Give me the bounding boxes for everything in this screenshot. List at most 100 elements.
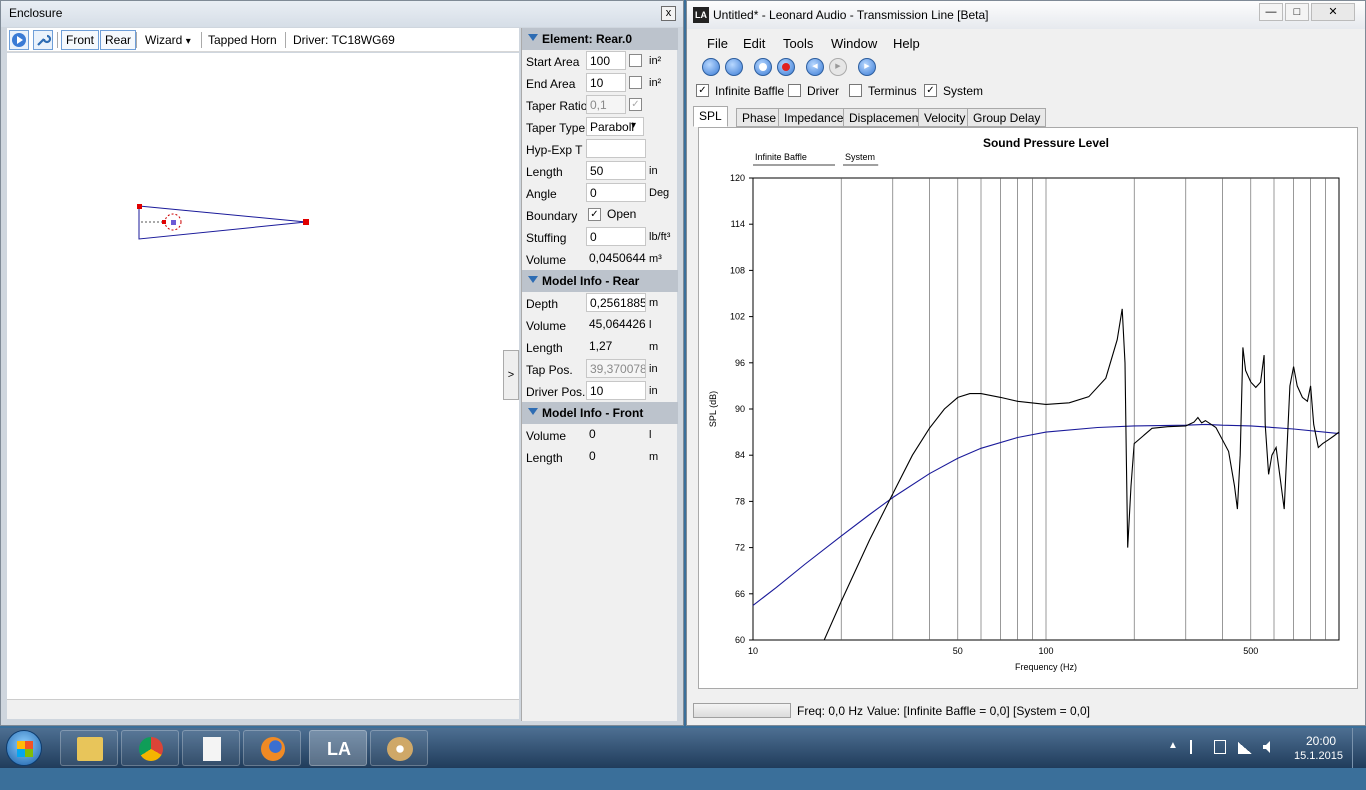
chart-title: Sound Pressure Level [983,136,1109,150]
collapse-triangle-icon[interactable] [528,34,538,41]
legend-entry[interactable]: Infinite Baffle [755,152,807,162]
flag-icon[interactable] [1190,740,1202,754]
prop-value-boundary[interactable]: Open [604,205,654,224]
settings-button[interactable] [33,30,53,50]
collapse-triangle-icon[interactable] [528,276,538,283]
prop-row-taper-type: Taper Type Paraboli ▾ [522,116,678,138]
show-desktop-button[interactable] [1352,728,1366,768]
enclosure-titlebar[interactable]: Enclosure x [1,1,683,27]
prop-row-length: Length 0 m [522,446,678,468]
y-tick-label: 66 [735,589,745,599]
chrome-icon[interactable] [121,730,179,766]
prop-value-hyp-exp-t[interactable] [586,139,646,158]
element-section-header[interactable]: Element: Rear.0 [522,28,678,50]
menu-window[interactable]: Window [831,36,877,51]
driver-checkbox[interactable] [788,84,801,97]
taper-ratio-checkbox[interactable]: ✓ [629,98,642,111]
chevron-down-icon[interactable]: ▾ [631,120,636,131]
main-titlebar[interactable]: LA Untitled* - Leonard Audio - Transmiss… [687,1,1365,29]
toolbar-divider [136,32,137,48]
y-tick-label: 84 [735,450,745,460]
prop-label: Length [526,451,563,465]
system-checkbox[interactable]: ✓ [924,84,937,97]
new-icon[interactable] [702,58,720,76]
prop-value-angle[interactable]: 0 [586,183,646,202]
prop-unit: in² [649,55,662,67]
run-button[interactable] [9,30,29,50]
play-icon[interactable]: ▶ [858,58,876,76]
record-icon[interactable] [754,58,772,76]
close-icon[interactable]: x [661,6,676,21]
legend-entry[interactable]: System [845,152,875,162]
leonard-audio-icon[interactable]: LA [309,730,367,766]
prop-value-volume: 0 [589,427,596,441]
end-handle[interactable] [303,219,309,225]
tab-group-delay[interactable]: Group Delay [967,108,1047,127]
next-icon[interactable]: ▶ [829,58,847,76]
wizard-dropdown[interactable]: Wizard ▾ [145,33,191,47]
volume-icon[interactable] [1262,740,1274,754]
tray-arrow-icon[interactable]: ▲ [1168,740,1178,780]
design-type-label: Tapped Horn [208,33,277,47]
prop-value-driver-pos[interactable]: 10 [586,381,646,400]
menu-file[interactable]: File [707,36,728,51]
file-icon[interactable] [182,730,240,766]
menu-tools[interactable]: Tools [783,36,813,51]
prop-value-end-area[interactable]: 10 [586,73,626,92]
close-button[interactable]: ✕ [1311,3,1355,21]
menu-edit[interactable]: Edit [743,36,765,51]
front-button[interactable]: Front [61,30,100,50]
start-button[interactable] [6,730,42,766]
spl-chart[interactable]: 60 66 72 78 84 90 96 102 108 114 120 10 50 100 500 Soun… [699,128,1357,688]
menu-help[interactable]: Help [893,36,920,51]
menu-bar: File Edit Tools Window Help [687,32,1365,54]
tab-spl[interactable]: SPL [693,106,728,127]
horn-drawing[interactable] [7,53,519,699]
tab-velocity[interactable]: Velocity [918,108,972,127]
enclosure-canvas[interactable] [7,53,519,699]
rear-button[interactable]: Rear [100,30,137,50]
end-area-checkbox[interactable] [629,76,642,89]
open-icon[interactable] [725,58,743,76]
prop-label: Volume [526,429,567,443]
clock-date[interactable]: 15.1.2015 [1294,750,1343,790]
prop-label: Taper Ratio [526,99,588,113]
prop-row-volume: Volume 0,0450644 m³ [522,248,678,270]
network-icon[interactable] [1238,742,1252,754]
value-readout: Value: [Infinite Baffle = 0,0] [System =… [867,704,1091,718]
prop-unit: in [649,165,658,177]
maximize-button[interactable]: □ [1285,3,1309,21]
tab-displacement[interactable]: Displacement [843,108,928,127]
prop-value-tap-pos[interactable]: 39,3700787 [586,359,646,378]
tap-handle[interactable] [162,220,166,224]
prop-value-depth[interactable]: 0,2561885 [586,293,646,312]
prev-icon[interactable]: ◀ [806,58,824,76]
tab-phase[interactable]: Phase [736,108,783,127]
spl-chart-panel[interactable]: 60 66 72 78 84 90 96 102 108 114 120 10 50 100 500 Soun… [698,127,1358,689]
front-section-header[interactable]: Model Info - Front [522,402,678,424]
y-tick-label: 72 [735,543,745,553]
start-handle[interactable] [137,204,142,209]
windows-logo-icon [17,741,33,757]
prop-value-taper-ratio[interactable]: 0,1 [586,95,626,114]
prop-value-length[interactable]: 50 [586,161,646,180]
tab-impedance[interactable]: Impedance [778,108,850,127]
stop-record-icon[interactable] [777,58,795,76]
explorer-icon[interactable] [60,730,118,766]
infinite-baffle-checkbox[interactable]: ✓ [696,84,709,97]
minimize-button[interactable]: — [1259,3,1283,21]
terminus-checkbox[interactable] [849,84,862,97]
rear-section-header-label: Model Info - Rear [542,274,640,288]
expand-panel-button[interactable]: > [503,350,519,400]
firefox-icon[interactable] [243,730,301,766]
start-area-checkbox[interactable] [629,54,642,67]
prop-value-start-area[interactable]: 100 [586,51,626,70]
driver-handle[interactable] [171,220,176,225]
collapse-triangle-icon[interactable] [528,408,538,415]
prop-value-stuffing[interactable]: 0 [586,227,646,246]
prop-label: Stuffing [526,231,567,245]
paint-icon[interactable] [370,730,428,766]
rear-section-header[interactable]: Model Info - Rear [522,270,678,292]
boundary-checkbox[interactable]: ✓ [588,208,601,221]
device-icon[interactable] [1214,740,1226,754]
